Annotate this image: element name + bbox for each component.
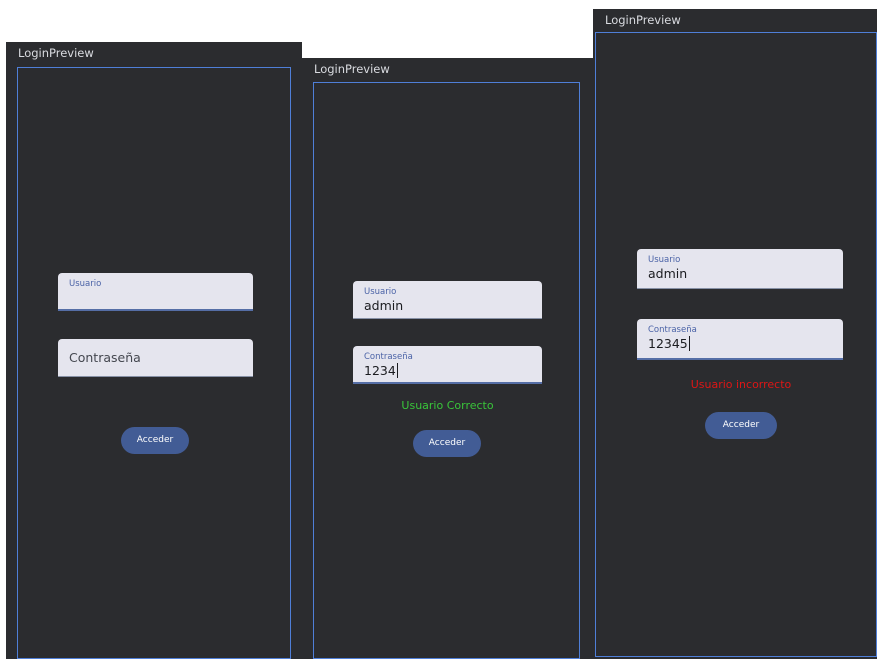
username-label: Usuario — [69, 279, 102, 289]
username-field[interactable]: Usuario — [58, 273, 253, 311]
password-value-text: 12345 — [648, 336, 688, 351]
device-frame: Usuario admin Contraseña 1234 Usuario Co… — [313, 82, 580, 659]
status-message-success: Usuario Correcto — [401, 399, 494, 412]
login-preview-panel-empty: LoginPreview Usuario Contraseña Acceder — [6, 42, 302, 659]
panel-title: LoginPreview — [605, 13, 681, 27]
password-field[interactable]: Contraseña 12345 — [637, 319, 843, 360]
text-caret — [396, 363, 398, 378]
password-value: 12345 — [648, 336, 690, 351]
panel-title: LoginPreview — [18, 46, 94, 60]
device-frame: Usuario Contraseña Acceder — [17, 67, 291, 659]
username-value: admin — [648, 266, 688, 281]
password-field[interactable]: Contraseña — [58, 339, 253, 377]
status-message-error: Usuario incorrecto — [690, 378, 792, 391]
login-preview-panel-incorrect: LoginPreview Usuario admin Contraseña 12… — [593, 9, 877, 659]
password-label: Contraseña — [364, 352, 413, 362]
password-field[interactable]: Contraseña 1234 — [353, 346, 542, 384]
login-preview-panel-correct: LoginPreview Usuario admin Contraseña 12… — [302, 58, 593, 659]
panel-title: LoginPreview — [314, 62, 390, 76]
username-field[interactable]: Usuario admin — [353, 281, 542, 319]
login-button[interactable]: Acceder — [705, 412, 777, 439]
text-caret — [688, 336, 690, 351]
login-button[interactable]: Acceder — [121, 427, 189, 454]
username-field[interactable]: Usuario admin — [637, 249, 843, 289]
login-button[interactable]: Acceder — [413, 430, 481, 457]
username-value: admin — [364, 298, 404, 313]
password-value-text: 1234 — [364, 363, 396, 378]
password-placeholder: Contraseña — [69, 350, 141, 365]
password-label: Contraseña — [648, 325, 697, 335]
username-label: Usuario — [364, 287, 397, 297]
password-value: 1234 — [364, 363, 398, 378]
username-label: Usuario — [648, 255, 681, 265]
device-frame: Usuario admin Contraseña 12345 Usuario i… — [595, 32, 877, 657]
